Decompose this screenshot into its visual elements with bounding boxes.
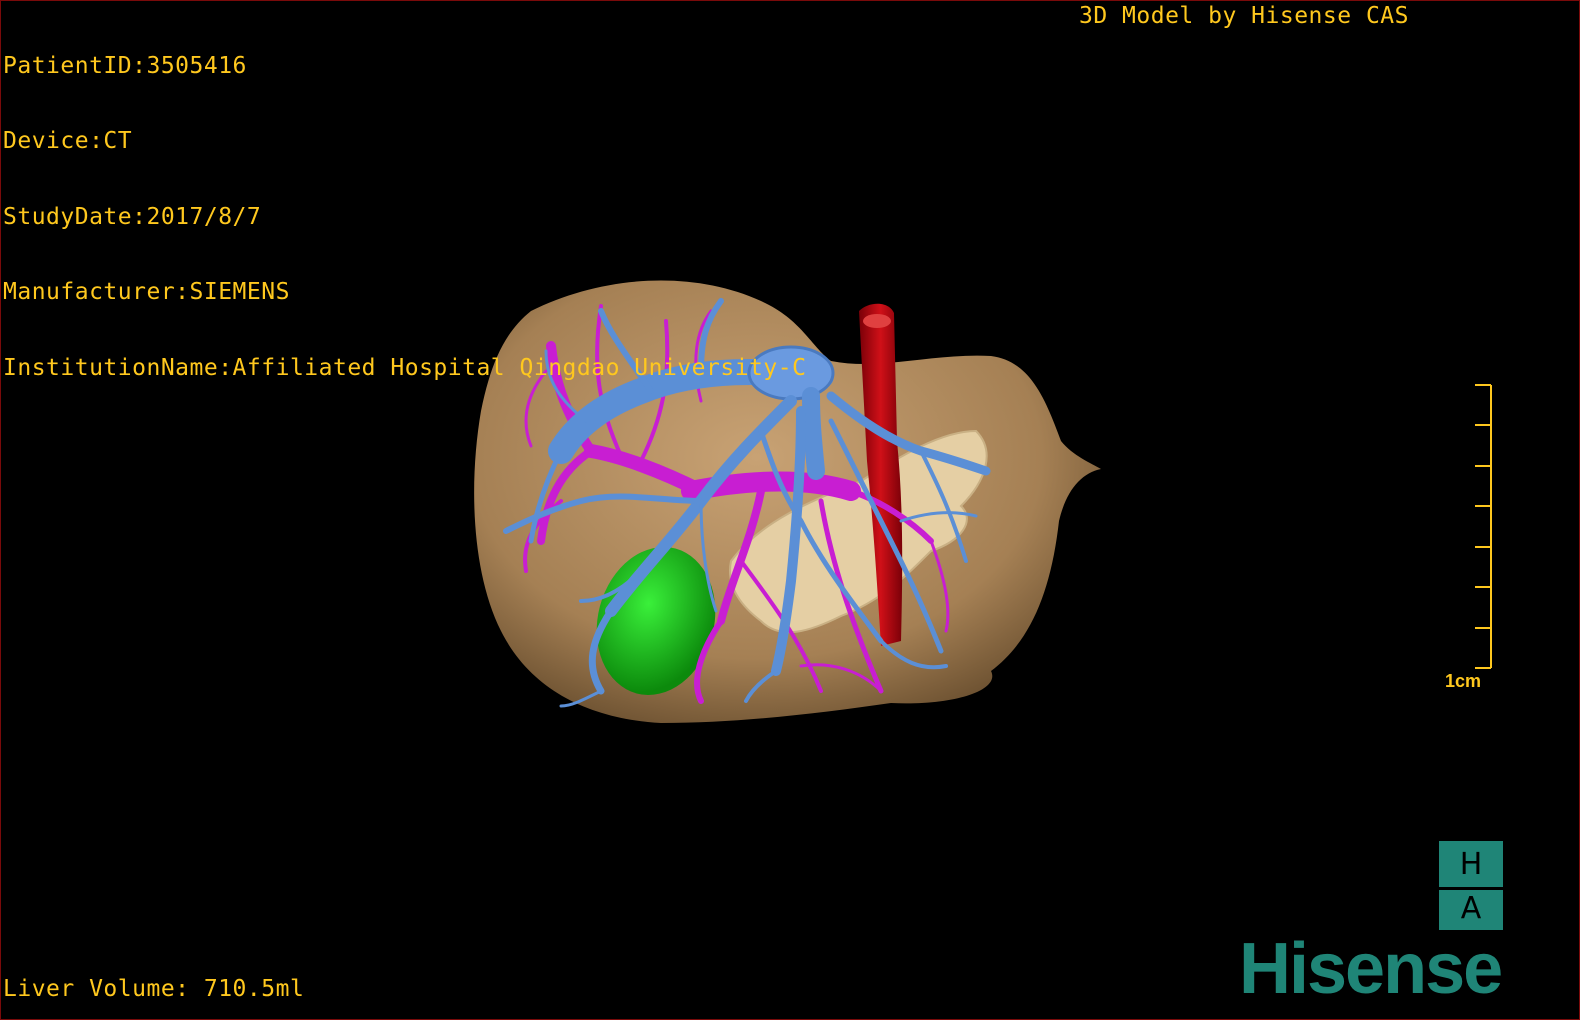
- ha-logo-letter-a: A: [1460, 891, 1482, 926]
- 3d-viewport[interactable]: PatientID:3505416 Device:CT StudyDate:20…: [0, 0, 1580, 1020]
- device-label: Device:CT: [3, 128, 133, 155]
- institution-label: InstitutionName:Affiliated Hospital Qing…: [3, 354, 807, 381]
- scale-ruler: [1475, 384, 1492, 669]
- ha-logo-letter-h: H: [1459, 847, 1483, 882]
- model-credit-label: 3D Model by Hisense CAS: [1079, 3, 1409, 29]
- dicom-info-overlay: PatientID:3505416 Device:CT StudyDate:20…: [3, 4, 806, 431]
- manufacturer-label: Manufacturer:SIEMENS: [3, 279, 290, 306]
- scale-label: 1cm: [1445, 671, 1482, 691]
- aorta-lumen: [863, 314, 891, 328]
- liver-volume-label: Liver Volume: 710.5ml: [3, 976, 305, 1002]
- study-date-label: StudyDate:2017/8/7: [3, 203, 262, 230]
- patient-id-label: PatientID:3505416: [3, 53, 247, 79]
- hisense-brand-logo: Hisense: [1239, 929, 1503, 1009]
- ha-logo: H A: [1439, 841, 1503, 930]
